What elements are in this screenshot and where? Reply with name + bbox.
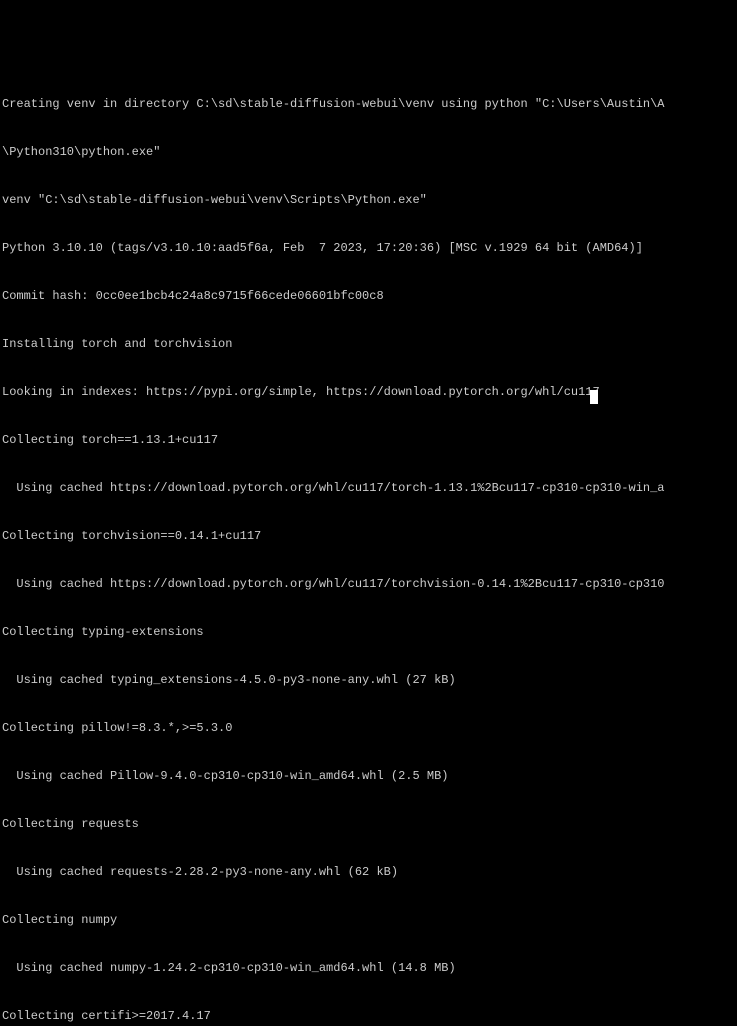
output-line: Commit hash: 0cc0ee1bcb4c24a8c9715f66ced… xyxy=(2,288,735,304)
output-line: Collecting certifi>=2017.4.17 xyxy=(2,1008,735,1024)
output-line: Creating venv in directory C:\sd\stable-… xyxy=(2,96,735,112)
output-line: Using cached typing_extensions-4.5.0-py3… xyxy=(2,672,735,688)
output-line: Collecting torchvision==0.14.1+cu117 xyxy=(2,528,735,544)
output-line: Looking in indexes: https://pypi.org/sim… xyxy=(2,384,735,400)
output-line: Using cached requests-2.28.2-py3-none-an… xyxy=(2,864,735,880)
output-line: Collecting typing-extensions xyxy=(2,624,735,640)
output-line: Collecting torch==1.13.1+cu117 xyxy=(2,432,735,448)
output-line: Using cached https://download.pytorch.or… xyxy=(2,576,735,592)
output-line: Python 3.10.10 (tags/v3.10.10:aad5f6a, F… xyxy=(2,240,735,256)
terminal-output[interactable]: Creating venv in directory C:\sd\stable-… xyxy=(0,64,737,1026)
output-line: Installing torch and torchvision xyxy=(2,336,735,352)
output-line: Collecting numpy xyxy=(2,912,735,928)
output-line: Using cached https://download.pytorch.or… xyxy=(2,480,735,496)
output-line: Collecting pillow!=8.3.*,>=5.3.0 xyxy=(2,720,735,736)
output-line: Using cached Pillow-9.4.0-cp310-cp310-wi… xyxy=(2,768,735,784)
output-line: Using cached numpy-1.24.2-cp310-cp310-wi… xyxy=(2,960,735,976)
output-line: Collecting requests xyxy=(2,816,735,832)
text-cursor-icon xyxy=(590,390,598,404)
output-line: \Python310\python.exe" xyxy=(2,144,735,160)
output-line: venv "C:\sd\stable-diffusion-webui\venv\… xyxy=(2,192,735,208)
